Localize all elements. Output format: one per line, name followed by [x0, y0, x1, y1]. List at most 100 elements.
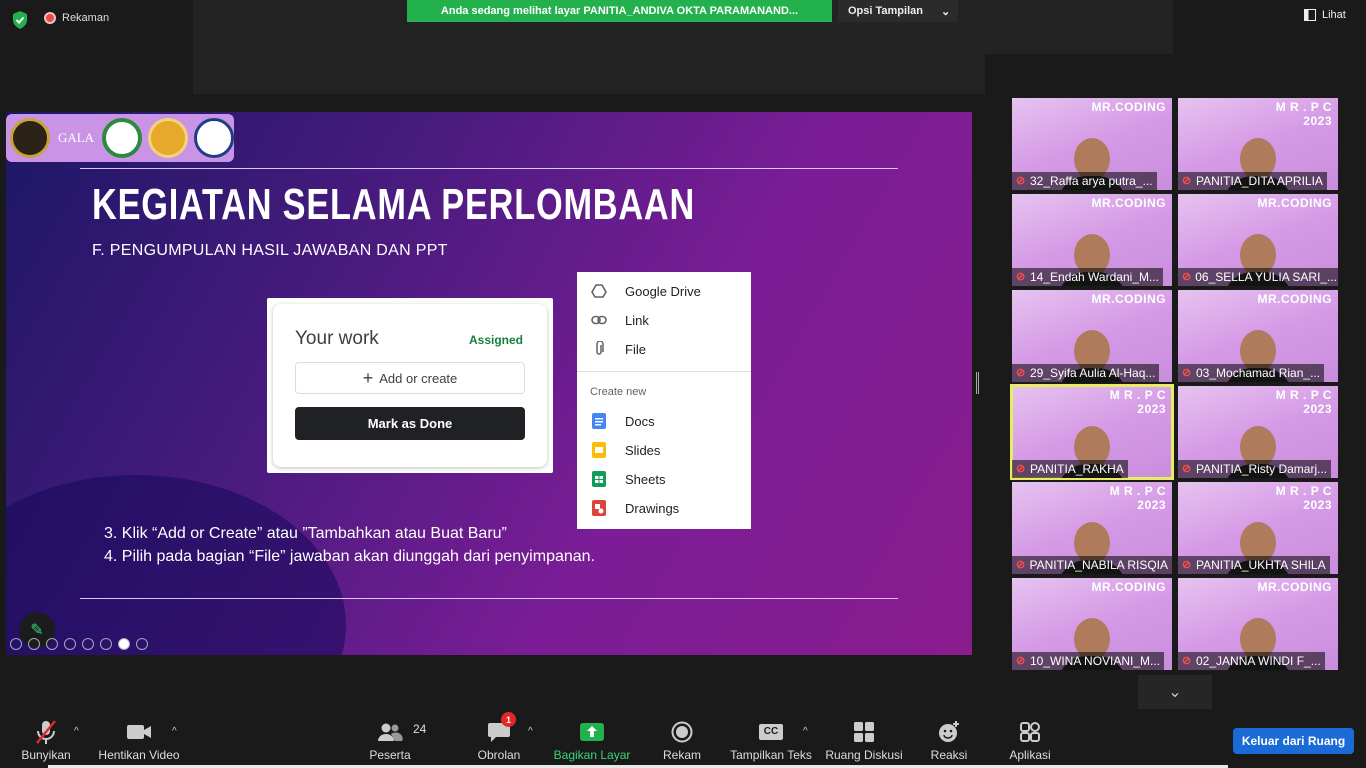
show-captions-button[interactable]: CC Tampilkan Teks [728, 712, 814, 768]
unmute-label: Bunyikan [21, 748, 71, 762]
participants-button[interactable]: 24 Peserta [362, 712, 426, 768]
menu-item-label: Google Drive [625, 283, 701, 299]
record-dot-icon [44, 12, 56, 24]
pen-tool-icon[interactable] [46, 638, 58, 650]
recording-label: Rekaman [62, 12, 110, 24]
share-screen-button[interactable]: Bagikan Layar [552, 712, 632, 768]
participants-label: Peserta [369, 748, 411, 762]
audio-options-chevron-icon[interactable]: ^ [74, 726, 79, 737]
layout-icon [1304, 9, 1316, 21]
view-options-dropdown[interactable]: Opsi Tampilan ⌄ [838, 0, 958, 22]
participant-tile[interactable]: M R . P C 2023 ⊘ PANITIA_DITA APRILIA [1178, 98, 1338, 190]
participant-name: 03_Mochamad Rian_... [1196, 366, 1321, 380]
breakout-rooms-icon [853, 718, 875, 746]
step-3: 3. Klik “Add or Create” atau ”Tambahkan … [104, 525, 507, 542]
breakout-rooms-button[interactable]: Ruang Diskusi [824, 712, 904, 768]
participant-name: 14_Endah Wardani_M... [1030, 270, 1159, 284]
assigned-status: Assigned [468, 333, 523, 347]
breakout-rooms-label: Ruang Diskusi [825, 748, 903, 762]
participant-tile[interactable]: M R . P C 2023 ⊘ PANITIA_UKHTA SHILA [1178, 482, 1338, 574]
participant-name-tag: ⊘ 14_Endah Wardani_M... [1012, 268, 1163, 286]
video-options-chevron-icon[interactable]: ^ [172, 726, 177, 737]
mic-muted-icon: ⊘ [1182, 559, 1192, 571]
logo-gala: GALA [57, 130, 95, 145]
participant-name: 06_SELLA YULIA SARI_... [1195, 270, 1338, 284]
participant-name: PANITIA_RAKHA [1030, 462, 1124, 476]
participant-tile[interactable]: M R . P C 2023 ⊘ PANITIA_NABILA RISQIA [1012, 482, 1172, 574]
camera-icon[interactable] [118, 638, 130, 650]
video-camera-icon [126, 718, 152, 746]
participant-tile[interactable]: MR.CODING ⊘ 29_Syifa Aulia Al-Haq... [1012, 290, 1172, 382]
slides-icon [591, 442, 607, 458]
your-work-screenshot: Your work Assigned + Add or create Mark … [267, 298, 553, 473]
shared-screen-slide: GALA KEGIATAN SELAMA PERLOMBAAN F. PENGU… [6, 112, 972, 655]
menu-item-label: Sheets [625, 471, 666, 487]
participant-tile[interactable]: MR.CODING ⊘ 03_Mochamad Rian_... [1178, 290, 1338, 382]
chat-label: Obrolan [477, 748, 521, 762]
unmute-button[interactable]: Bunyikan [14, 712, 78, 768]
chat-unread-badge: 1 [501, 712, 516, 727]
mic-muted-icon: ⊘ [1016, 655, 1026, 667]
apps-label: Aplikasi [1009, 748, 1051, 762]
participants-count: 24 [413, 722, 427, 736]
shared-screen-top-area-lower [193, 54, 985, 94]
menu-item-slides: Slides [591, 440, 660, 460]
participant-tile[interactable]: M R . P C 2023 ⊘ PANITIA_RAKHA [1010, 384, 1174, 480]
next-slide-icon[interactable] [28, 638, 40, 650]
more-options-icon[interactable] [136, 638, 148, 650]
menu-separator [577, 371, 751, 372]
participant-tile[interactable]: MR.CODING ⊘ 02_JANNA WINDI F_... [1178, 578, 1338, 670]
participant-name-tag: ⊘ PANITIA_UKHTA SHILA [1178, 556, 1330, 574]
step-4: 4. Pilih pada bagian “File” jawaban akan… [104, 548, 595, 565]
share-screen-label: Bagikan Layar [553, 748, 631, 762]
slide-title: KEGIATAN SELAMA PERLOMBAAN [92, 180, 696, 229]
participant-tile[interactable]: MR.CODING ⊘ 06_SELLA YULIA SARI_... [1178, 194, 1338, 286]
closed-captions-icon: CC [759, 718, 783, 746]
stop-video-label: Hentikan Video [98, 748, 180, 762]
participant-tile[interactable]: MR.CODING ⊘ 32_Raffa arya putra_... [1012, 98, 1172, 190]
chat-button[interactable]: 1 Obrolan [472, 712, 526, 768]
mic-muted-icon: ⊘ [1182, 655, 1192, 667]
subtitles-icon[interactable] [100, 638, 112, 650]
viewing-share-banner: Anda sedang melihat layar PANITIA_ANDIVA… [407, 0, 832, 22]
mark-as-done-button: Mark as Done [295, 407, 525, 440]
participant-tile[interactable]: MR.CODING ⊘ 10_WINA NOVIANI_M... [1012, 578, 1172, 670]
show-captions-label: Tampilkan Teks [730, 748, 812, 762]
reactions-button[interactable]: Reaksi [926, 712, 972, 768]
menu-item-google-drive: Google Drive [591, 281, 701, 301]
gallery-next-page-button[interactable]: ⌄ [1138, 675, 1212, 709]
sheets-icon [591, 471, 607, 487]
view-button[interactable]: Lihat [1304, 9, 1346, 21]
participant-tile[interactable]: M R . P C 2023 ⊘ PANITIA_Risty Damarj... [1178, 386, 1338, 478]
captions-options-chevron-icon[interactable]: ^ [803, 726, 808, 737]
pane-resize-handle[interactable] [976, 372, 979, 394]
menu-item-label: Slides [625, 442, 661, 458]
your-work-card: Your work Assigned + Add or create Mark … [273, 304, 547, 467]
slide-subtitle: F. PENGUMPULAN HASIL JAWABAN DAN PPT [92, 242, 448, 259]
create-new-heading: Create new [590, 386, 647, 398]
pencil-icon: ✎ [30, 622, 44, 639]
chevron-down-icon: ⌄ [940, 5, 951, 18]
participant-tile[interactable]: MR.CODING ⊘ 14_Endah Wardani_M... [1012, 194, 1172, 286]
record-button[interactable]: Rekam [656, 712, 708, 768]
chat-bubble-icon: 1 [487, 712, 516, 746]
copy-icon[interactable] [64, 638, 76, 650]
leave-meeting-button[interactable]: Keluar dari Ruang [1233, 728, 1354, 754]
security-shield-icon[interactable] [10, 10, 30, 30]
chevron-down-icon: ⌄ [1168, 684, 1182, 701]
zoom-icon[interactable] [82, 638, 94, 650]
background-tag: MR.CODING [1257, 580, 1332, 594]
recording-indicator[interactable]: Rekaman [44, 12, 109, 24]
logo-emblem-5 [194, 118, 234, 158]
mic-muted-icon: ⊘ [1016, 175, 1026, 187]
apps-button[interactable]: Aplikasi [1004, 712, 1056, 768]
slide-steps: 3. Klik “Add or Create” atau ”Tambahkan … [104, 522, 595, 568]
slide-divider-top [80, 168, 898, 169]
mic-muted-icon: ⊘ [1016, 271, 1026, 283]
stop-video-button[interactable]: Hentikan Video [96, 712, 182, 768]
record-label: Rekam [662, 748, 701, 762]
chat-options-chevron-icon[interactable]: ^ [528, 726, 533, 737]
prev-slide-icon[interactable] [10, 638, 22, 650]
link-icon [591, 312, 607, 328]
add-or-create-label: Add or create [379, 370, 458, 386]
